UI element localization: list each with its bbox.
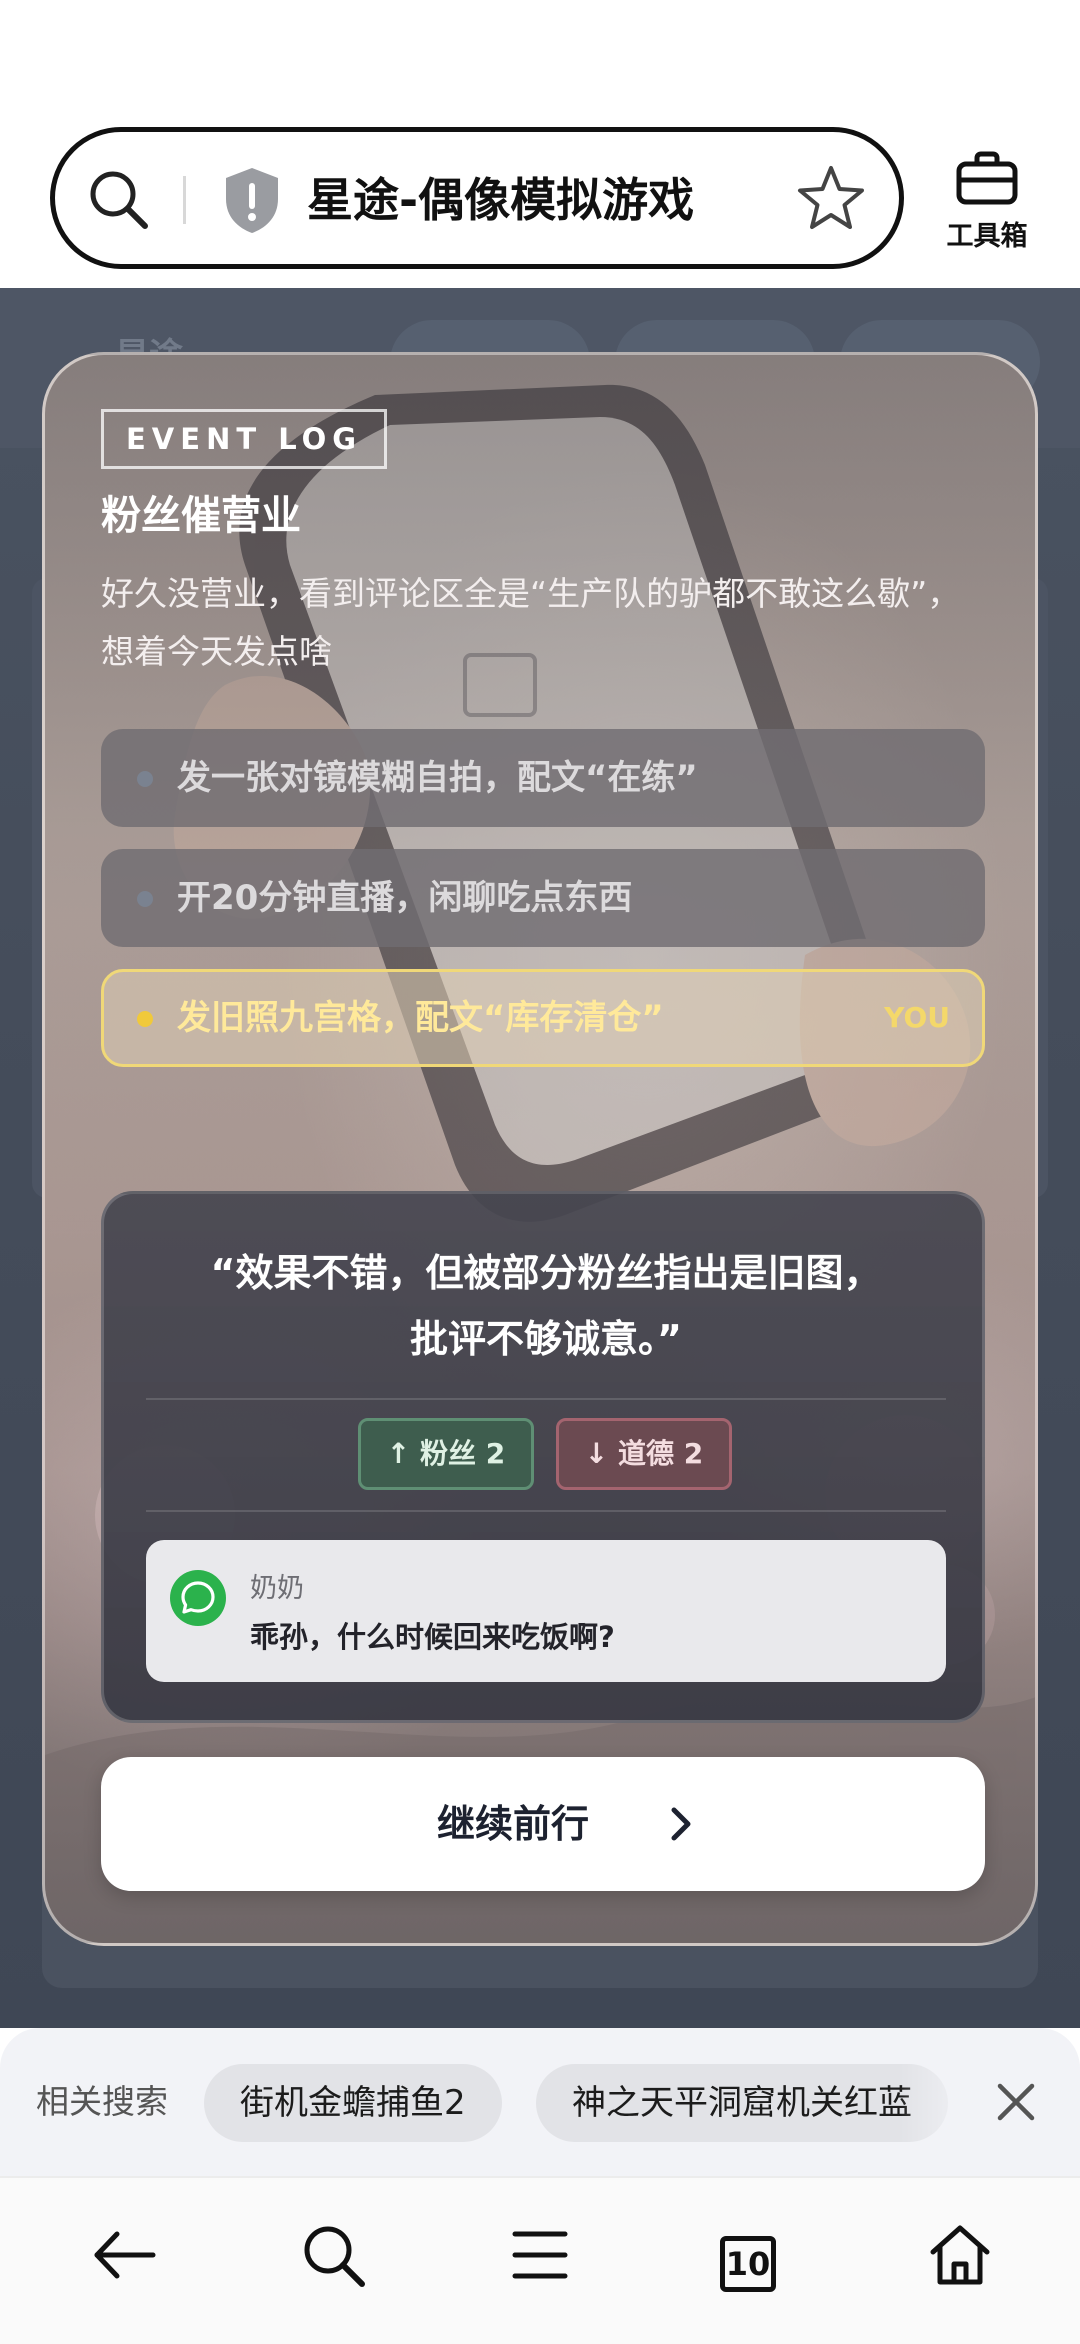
chevron-right-icon — [671, 1807, 691, 1841]
close-icon[interactable] — [988, 2074, 1044, 2130]
browser-bottom-nav: 10 — [0, 2176, 1080, 2344]
chip-fade — [900, 2028, 980, 2176]
menu-icon — [512, 2231, 568, 2279]
choice-bullet — [137, 771, 153, 787]
choice-bullet — [137, 891, 153, 907]
result-quote-line-1: “效果不错，但被部分粉丝指出是旧图， — [210, 1251, 882, 1295]
message-text: 乖孙，什么时候回来吃饭啊? — [250, 1620, 615, 1654]
result-quote-line-2: 批评不够诚意。” — [410, 1317, 682, 1361]
back-button[interactable] — [34, 2178, 214, 2344]
related-search-label: 相关搜索 — [36, 2082, 168, 2121]
related-search-bar: 相关搜索 街机金蟾捕鱼2 神之天平洞窟机关红蓝 — [0, 2028, 1080, 2176]
choice-label: 开20分钟直播，闲聊吃点东西 — [177, 878, 633, 918]
stat-morality-down-badge: ↓ 道德 2 — [556, 1418, 732, 1490]
menu-button[interactable] — [450, 2178, 630, 2344]
choice-option-2[interactable]: 开20分钟直播，闲聊吃点东西 — [101, 849, 985, 947]
page-title[interactable]: 星途-偶像模拟游戏 — [307, 165, 694, 235]
message-sender: 奶奶 — [250, 1573, 304, 1604]
choice-bullet — [137, 1011, 153, 1027]
selected-tag: YOU — [884, 1001, 950, 1034]
choice-label: 发一张对镜模糊自拍，配文“在练” — [177, 758, 698, 798]
result-panel: “效果不错，但被部分粉丝指出是旧图， 批评不够诚意。” ↑ 粉丝 2 ↓ 道德 … — [101, 1191, 985, 1723]
divider — [146, 1510, 946, 1512]
home-button[interactable] — [870, 2178, 1050, 2344]
stat-fans-up-badge: ↑ 粉丝 2 — [358, 1418, 534, 1490]
address-bar[interactable]: 星途-偶像模拟游戏 — [50, 127, 904, 269]
related-search-chip[interactable]: 神之天平洞窟机关红蓝 — [536, 2064, 948, 2142]
browser-top-bar: 星途-偶像模拟游戏 工具箱 — [0, 0, 1080, 288]
choice-option-3-selected[interactable]: 发旧照九宫格，配文“库存清仓” YOU — [101, 969, 985, 1067]
back-arrow-icon — [94, 2231, 156, 2279]
event-log-badge: EVENT LOG — [101, 409, 388, 469]
continue-button[interactable]: 继续前行 — [101, 1757, 985, 1891]
event-modal: EVENT LOG 粉丝催营业 好久没营业，看到评论区全是“生产队的驴都不敢这么… — [42, 352, 1038, 1946]
search-icon[interactable] — [83, 164, 153, 234]
bookmark-star-icon[interactable] — [795, 162, 867, 234]
toolbox-icon — [956, 151, 1018, 205]
shield-warning-icon[interactable] — [221, 165, 283, 235]
toolbox-label: 工具箱 — [946, 221, 1028, 252]
message-app-icon — [170, 1570, 226, 1626]
tabs-button[interactable]: 10 — [720, 2236, 776, 2292]
event-title: 粉丝催营业 — [101, 493, 301, 539]
address-bar-divider — [183, 176, 186, 224]
event-description: 好久没营业，看到评论区全是“生产队的驴都不敢这么歇”，想着今天发点啥 — [101, 574, 961, 671]
related-search-chip[interactable]: 街机金蟾捕鱼2 — [204, 2064, 502, 2142]
search-button[interactable] — [243, 2178, 423, 2344]
continue-label: 继续前行 — [436, 1802, 589, 1846]
search-icon — [304, 2226, 365, 2287]
message-notification[interactable]: 奶奶 乖孙，什么时候回来吃饭啊? — [146, 1540, 946, 1682]
choice-label: 发旧照九宫格，配文“库存清仓” — [177, 998, 664, 1038]
divider — [146, 1398, 946, 1400]
home-icon — [930, 2225, 990, 2285]
toolbox-button[interactable]: 工具箱 — [936, 150, 1038, 252]
result-quote: “效果不错，但被部分粉丝指出是旧图， 批评不够诚意。” — [134, 1240, 958, 1372]
choice-option-1[interactable]: 发一张对镜模糊自拍，配文“在练” — [101, 729, 985, 827]
